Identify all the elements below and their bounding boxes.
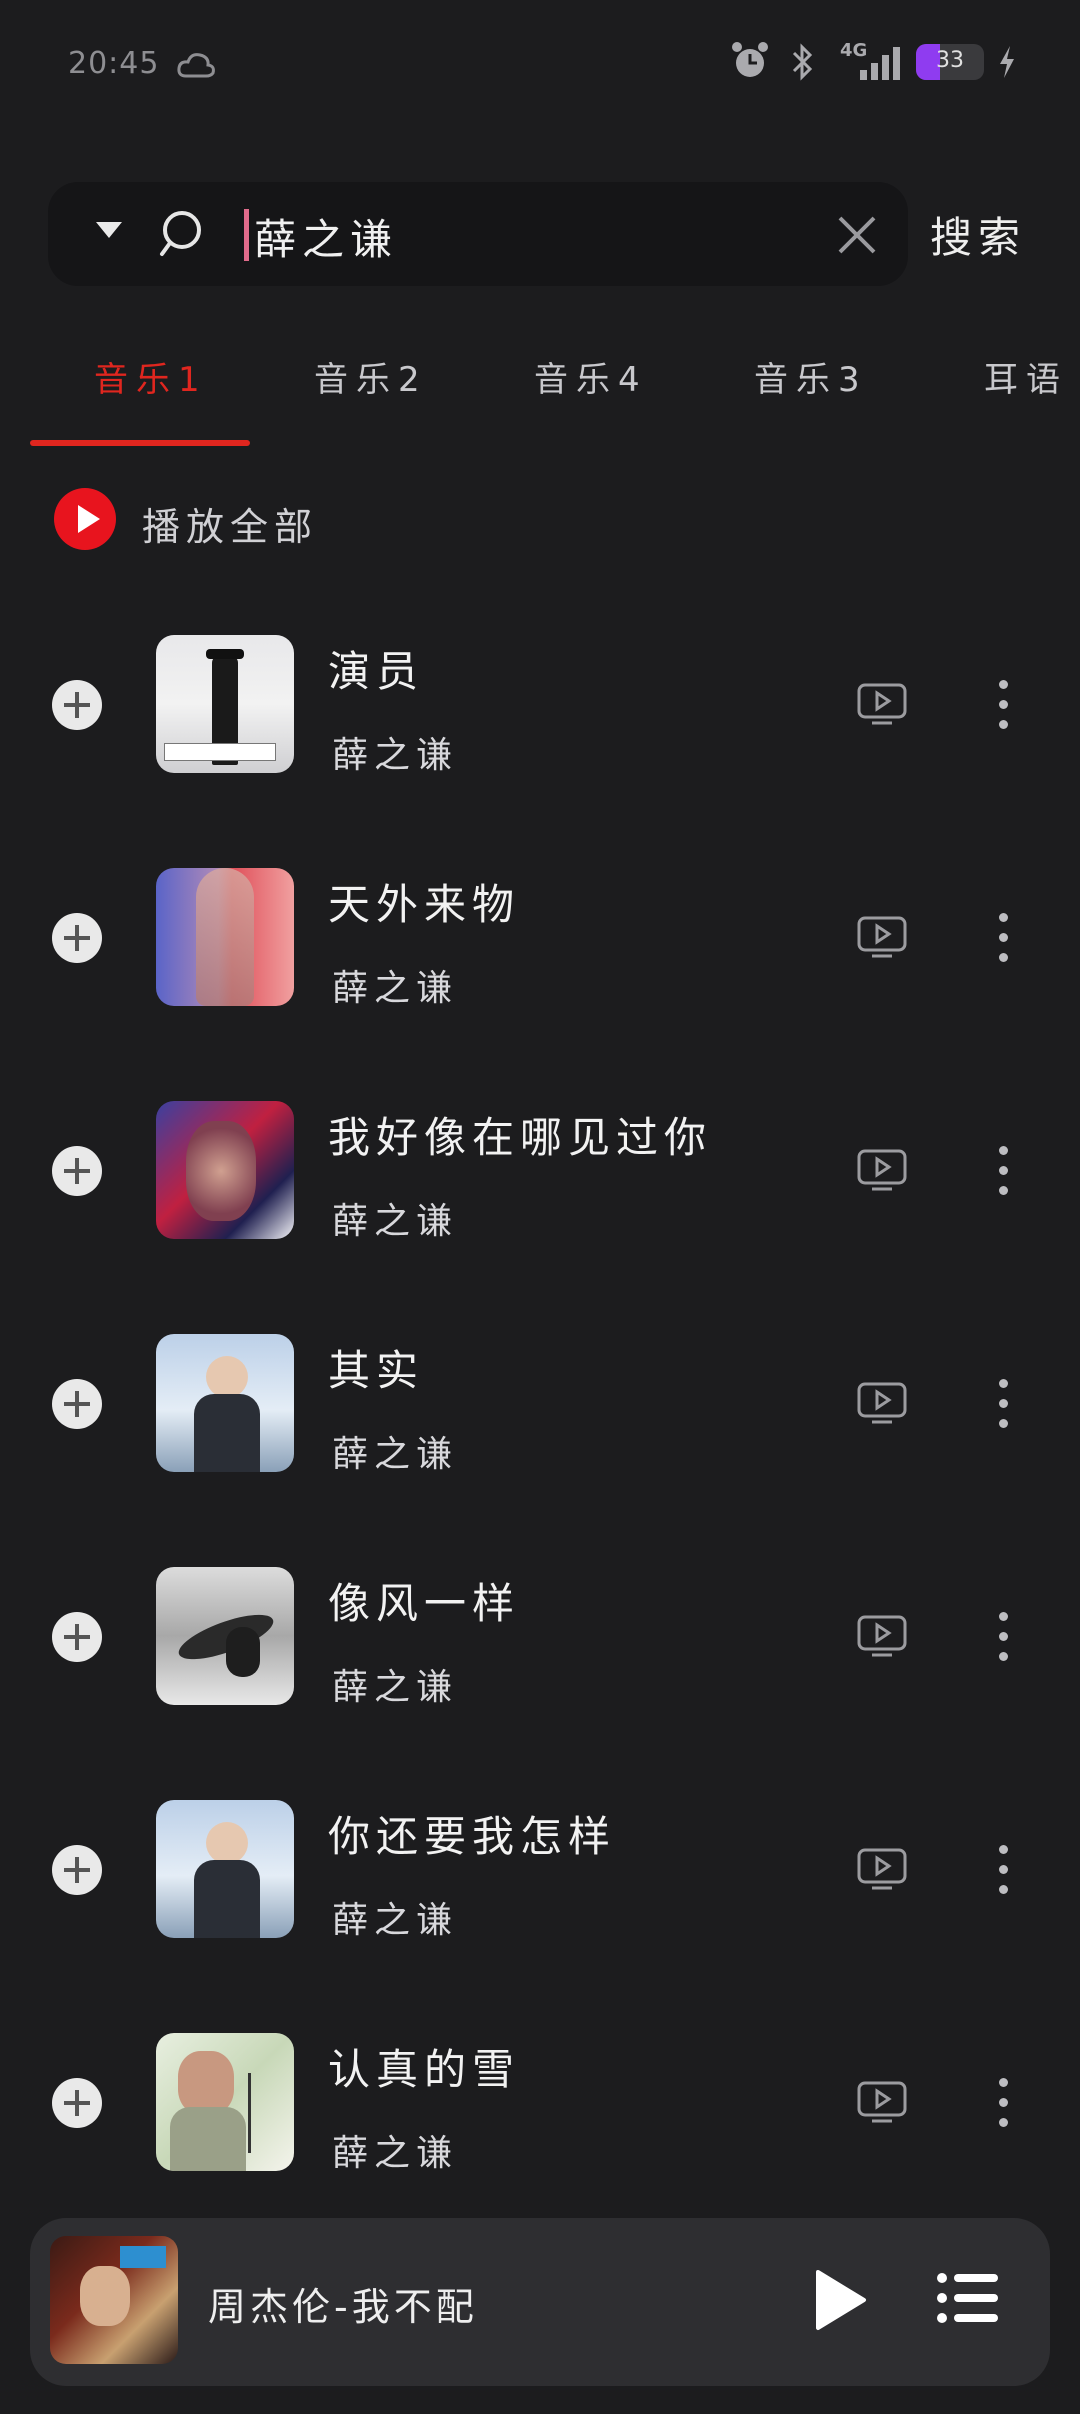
album-cover <box>156 1800 294 1938</box>
more-options-icon[interactable] <box>988 672 1018 736</box>
play-all-label: 播放全部 <box>142 505 319 549</box>
song-row[interactable]: 其实 薛之谦 <box>0 1299 1080 1532</box>
song-title: 演员 <box>328 647 425 696</box>
song-row[interactable]: 像风一样 薛之谦 <box>0 1532 1080 1765</box>
add-to-playlist-button[interactable] <box>52 913 102 963</box>
more-options-icon[interactable] <box>988 1371 1018 1435</box>
mv-video-icon[interactable] <box>856 682 908 726</box>
battery-indicator: 33 <box>916 44 984 80</box>
search-input[interactable]: 薛之谦 <box>254 206 398 267</box>
song-title: 你还要我怎样 <box>328 1812 617 1861</box>
search-bar[interactable]: 薛之谦 <box>48 182 908 286</box>
song-row[interactable]: 我好像在哪见过你 薛之谦 <box>0 1066 1080 1299</box>
alarm-icon <box>732 42 768 77</box>
clear-icon[interactable] <box>834 212 880 258</box>
playlist-icon[interactable] <box>936 2272 1000 2324</box>
mv-video-icon[interactable] <box>856 1148 908 1192</box>
play-circle-icon <box>54 488 116 550</box>
text-cursor <box>244 209 249 261</box>
song-title: 我好像在哪见过你 <box>328 1113 713 1162</box>
song-artist: 薛之谦 <box>332 2133 459 2174</box>
cloud-icon <box>177 53 215 78</box>
charging-icon <box>1000 46 1014 78</box>
battery-level: 33 <box>936 48 964 73</box>
more-options-icon[interactable] <box>988 1138 1018 1202</box>
mv-video-icon[interactable] <box>856 1381 908 1425</box>
search-button[interactable]: 搜索 <box>930 204 1026 265</box>
more-options-icon[interactable] <box>988 1837 1018 1901</box>
album-cover <box>156 1334 294 1472</box>
mv-video-icon[interactable] <box>856 1614 908 1658</box>
dropdown-caret-icon[interactable] <box>96 222 122 238</box>
more-options-icon[interactable] <box>988 1604 1018 1668</box>
song-artist: 薛之谦 <box>332 1667 459 1708</box>
song-title: 其实 <box>328 1346 425 1395</box>
song-row[interactable]: 天外来物 薛之谦 <box>0 833 1080 1066</box>
song-row[interactable]: 你还要我怎样 薛之谦 <box>0 1765 1080 1998</box>
song-artist: 薛之谦 <box>332 1900 459 1941</box>
add-to-playlist-button[interactable] <box>52 2078 102 2128</box>
tab-music-2[interactable]: 音乐2 <box>314 352 428 401</box>
more-options-icon[interactable] <box>988 2070 1018 2134</box>
song-row[interactable]: 演员 薛之谦 <box>0 600 1080 833</box>
tab-music-1[interactable]: 音乐1 <box>94 352 208 401</box>
mv-video-icon[interactable] <box>856 1847 908 1891</box>
more-options-icon[interactable] <box>988 905 1018 969</box>
tab-music-4[interactable]: 音乐4 <box>534 352 648 401</box>
song-title: 认真的雪 <box>328 2045 521 2094</box>
play-icon[interactable] <box>810 2268 870 2332</box>
add-to-playlist-button[interactable] <box>52 1146 102 1196</box>
song-artist: 薛之谦 <box>332 968 459 1009</box>
song-artist: 薛之谦 <box>332 1201 459 1242</box>
now-playing-cover <box>50 2236 178 2364</box>
song-title: 天外来物 <box>328 880 521 929</box>
source-tabs: 音乐1 音乐2 音乐4 音乐3 耳语 <box>0 340 1080 450</box>
status-bar: 20:45 4G 33 <box>0 0 1080 130</box>
album-cover <box>156 635 294 773</box>
add-to-playlist-button[interactable] <box>52 1845 102 1895</box>
song-title: 像风一样 <box>328 1579 521 1628</box>
tab-whisper[interactable]: 耳语 <box>984 352 1068 401</box>
active-tab-indicator <box>30 440 250 446</box>
song-artist: 薛之谦 <box>332 735 459 776</box>
album-cover <box>156 1101 294 1239</box>
mv-video-icon[interactable] <box>856 915 908 959</box>
add-to-playlist-button[interactable] <box>52 680 102 730</box>
signal-icon <box>860 47 900 80</box>
song-row[interactable]: 认真的雪 薛之谦 <box>0 1998 1080 2231</box>
add-to-playlist-button[interactable] <box>52 1612 102 1662</box>
bluetooth-icon <box>792 43 813 81</box>
mv-video-icon[interactable] <box>856 2080 908 2124</box>
search-icon <box>160 211 201 256</box>
song-artist: 薛之谦 <box>332 1434 459 1475</box>
album-cover <box>156 868 294 1006</box>
album-cover <box>156 1567 294 1705</box>
mini-player[interactable]: 周杰伦-我不配 <box>30 2218 1050 2386</box>
album-cover <box>156 2033 294 2171</box>
add-to-playlist-button[interactable] <box>52 1379 102 1429</box>
status-time: 20:45 <box>68 46 160 81</box>
tab-music-3[interactable]: 音乐3 <box>754 352 868 401</box>
now-playing-title: 周杰伦-我不配 <box>208 2285 478 2329</box>
